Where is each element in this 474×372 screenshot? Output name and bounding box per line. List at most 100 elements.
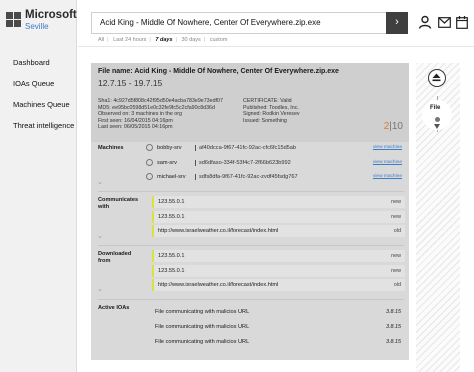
communication-target: 123.55.0.1 [158,199,185,205]
view-machine-link[interactable]: view machine [373,160,402,165]
file-date-range: 12.7.15 - 19.7.15 [98,78,163,88]
machine-select-radio[interactable] [146,159,153,166]
brand-product: Seville [25,21,49,31]
file-last-seen: Last seen: 06/05/2015 04:16pm [98,124,173,131]
time-filter-bar: All | Last 24 hours | 7 days | 30 days | cus… [98,37,228,43]
filter-30-days[interactable]: 30 days [181,37,200,43]
machine-id: sd6dfaso-334f-53f4c7-2f66b623b992 [195,160,291,166]
search-query[interactable]: Acid King - Middle Of Nowhere, Center Of… [100,18,321,27]
machine-name: michael-srv [157,174,186,180]
eject-icon [432,73,441,82]
timeline-pointer-icon [434,124,440,129]
communication-row[interactable]: 123.55.0.1 new [152,196,405,208]
ioa-title: File communicating with malicios URL [155,339,250,345]
machine-id: sdfs8dfa-9f67-41fc-92ac-zvdf45fsdg767 [195,174,298,180]
download-status: new [391,268,401,274]
expand-communicates-chevron-icon[interactable]: ⌄ [97,232,103,240]
brand-logo[interactable]: Microsoft Seville [6,9,77,31]
file-first-seen: First seen: 16/04/2015 04:16pm [98,117,173,124]
ioa-title: File communicating with malicios URL [155,309,250,315]
ioa-date: 3.8.15 [386,339,401,345]
file-cert-status: CERTIFICATE: Valid [243,98,292,104]
machine-select-radio[interactable] [146,173,153,180]
communication-status: new [391,214,401,220]
filter-custom[interactable]: custom [210,37,228,43]
expand-downloaded-chevron-icon[interactable]: ⌄ [97,285,103,293]
threat-score-max: 10 [391,121,403,132]
microsoft-logo-icon [6,12,21,27]
file-md5: MD5: ee95bc0598d51e0c32fe9fc5c2cfa90c8d3… [98,104,215,111]
threat-score: 2|10 [384,121,403,132]
download-status: old [393,282,401,288]
download-source: 123.55.0.1 [158,253,185,259]
file-sha1: Sha1: 4c927d5f808c42f95d50e4acba783e9e73… [98,98,223,104]
file-hashes: Sha1: 4c927d5f808c42f95d50e4acba783e9e73… [98,98,223,131]
machine-row: bobby-srv af40dcca-9f67-41fc-92ac-cfc6fc… [146,142,404,154]
file-name-heading: File name: Acid King - Middle Of Nowhere… [98,68,339,75]
download-source: 123.55.0.1 [158,268,185,274]
machine-row: sam-srv sd6dfaso-334f-53f4c7-2f66b623b99… [146,157,404,169]
download-row[interactable]: http://www.israelweather.co.il/forecast/… [152,279,405,291]
machine-name: bobby-srv [157,145,182,151]
machines-label: Machines [98,145,124,151]
sidebar-item-threat-intelligence[interactable]: Threat intelligence [13,121,74,130]
filter-last-24-hours[interactable]: Last 24 hours [113,37,146,43]
search-submit-button[interactable]: › [386,12,408,34]
file-name-value: Acid King - Middle Of Nowhere, Center Of… [134,68,339,75]
machine-name: sam-srv [157,160,177,166]
download-status: new [391,253,401,259]
sidebar-nav: Dashboard IOAs Queue Machines Queue Thre… [13,58,74,142]
downloaded-label: Downloaded from [98,251,132,264]
communication-target: 123.55.0.1 [158,214,185,220]
filter-all[interactable]: All [98,37,104,43]
file-publisher: Published: Toodles, Inc. [243,104,299,111]
communication-row[interactable]: http://www.israelweather.co.il/forecast/… [152,225,405,237]
file-issuer: Issued: Something [243,117,287,124]
section-divider [98,245,404,246]
communication-status: old [393,228,401,234]
ioa-title: File communicating with malicios URL [155,324,250,330]
communication-row[interactable]: 123.55.0.1 new [152,211,405,223]
search-input[interactable]: Acid King - Middle Of Nowhere, Center Of… [91,12,408,34]
file-certificate: CERTIFICATE: Valid Published: Toodles, I… [243,98,300,124]
communication-target: http://www.israelweather.co.il/forecast/… [158,228,279,234]
machine-id: af40dcca-9f67-41fc-92ac-cfc6fc15d5ab [195,145,296,151]
file-header: File name: Acid King - Middle Of Nowhere… [91,63,409,142]
expand-machines-chevron-icon[interactable]: ⌄ [97,178,103,186]
ioa-date: 3.8.15 [386,309,401,315]
header-divider [78,46,474,47]
file-signer: Signed: Rodkin Veresev [243,111,300,118]
view-machine-link[interactable]: view machine [373,145,402,150]
file-details-panel: File name: Acid King - Middle Of Nowhere… [91,63,409,360]
file-observed: Observed on: 3 machines in the org [98,111,182,118]
section-divider [98,299,404,300]
user-icon[interactable] [418,15,432,29]
download-source: http://www.israelweather.co.il/forecast/… [158,282,279,288]
brand-name: Microsoft [25,9,77,21]
sidebar-item-dashboard[interactable]: Dashboard [13,58,74,67]
calendar-icon[interactable] [456,16,468,29]
ioa-date: 3.8.15 [386,324,401,330]
download-row[interactable]: 123.55.0.1 new [152,265,405,277]
ioa-row[interactable]: File communicating with malicios URL 3.8… [152,337,405,348]
communication-status: new [391,199,401,205]
file-name-label: File name: [98,68,133,75]
active-ioas-label: Active IOAs [98,305,130,311]
sidebar-item-machines-queue[interactable]: Machines Queue [13,100,74,109]
filter-7-days[interactable]: 7 days [155,37,172,43]
timeline-dot-icon [435,117,440,122]
view-machine-link[interactable]: view machine [373,174,402,179]
download-row[interactable]: 123.55.0.1 new [152,250,405,262]
communicates-label: Communicates with [98,197,139,210]
timeline-toggle-button[interactable] [428,69,446,87]
chevron-right-icon: › [395,16,399,28]
sidebar-item-ioas-queue[interactable]: IOAs Queue [13,79,74,88]
ioa-row[interactable]: File communicating with malicios URL 3.8… [152,322,405,333]
section-divider [98,191,404,192]
mail-icon[interactable] [438,17,451,28]
machine-select-radio[interactable] [146,144,153,151]
machine-row: michael-srv sdfs8dfa-9f67-41fc-92ac-zvdf… [146,171,404,183]
ioa-row[interactable]: File communicating with malicios URL 3.8… [152,307,405,318]
sidebar: Microsoft Seville Dashboard IOAs Queue M… [0,0,77,372]
timeline-node-label: File [430,105,441,111]
